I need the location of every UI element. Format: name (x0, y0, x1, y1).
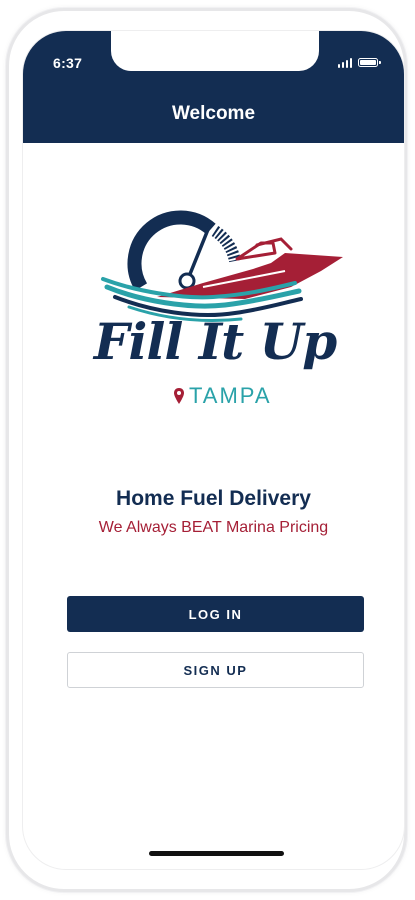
login-button[interactable]: LOG IN (67, 596, 364, 632)
home-indicator[interactable] (149, 851, 284, 856)
navigation-header: 6:37 Welcome (23, 31, 404, 143)
signup-button[interactable]: SIGN UP (67, 652, 364, 688)
signal-icon (337, 57, 352, 68)
tagline-main: Home Fuel Delivery (116, 487, 311, 510)
status-time: 6:37 (53, 55, 83, 71)
logo-graphic (101, 210, 343, 322)
brand-logo: Fill It Up TAMPA (85, 187, 345, 427)
logo-city: TAMPA (173, 383, 272, 409)
location-pin-icon (174, 388, 184, 404)
tagline-sub: We Always BEAT Marina Pricing (98, 519, 329, 536)
boat-icon (157, 237, 343, 299)
logo-wordmark: Fill It Up (93, 312, 337, 371)
device-notch (111, 31, 319, 71)
logo-city-label: TAMPA (189, 383, 272, 408)
gauge-icon (127, 210, 241, 291)
battery-icon (358, 58, 381, 67)
status-icons (337, 57, 381, 68)
app-canvas: 6:37 Welcome Fill It Up TAMPA Home Fuel … (0, 0, 415, 900)
phone-screen: 6:37 Welcome Fill It Up TAMPA Home Fuel … (22, 30, 405, 870)
page-title: Welcome (171, 103, 256, 124)
